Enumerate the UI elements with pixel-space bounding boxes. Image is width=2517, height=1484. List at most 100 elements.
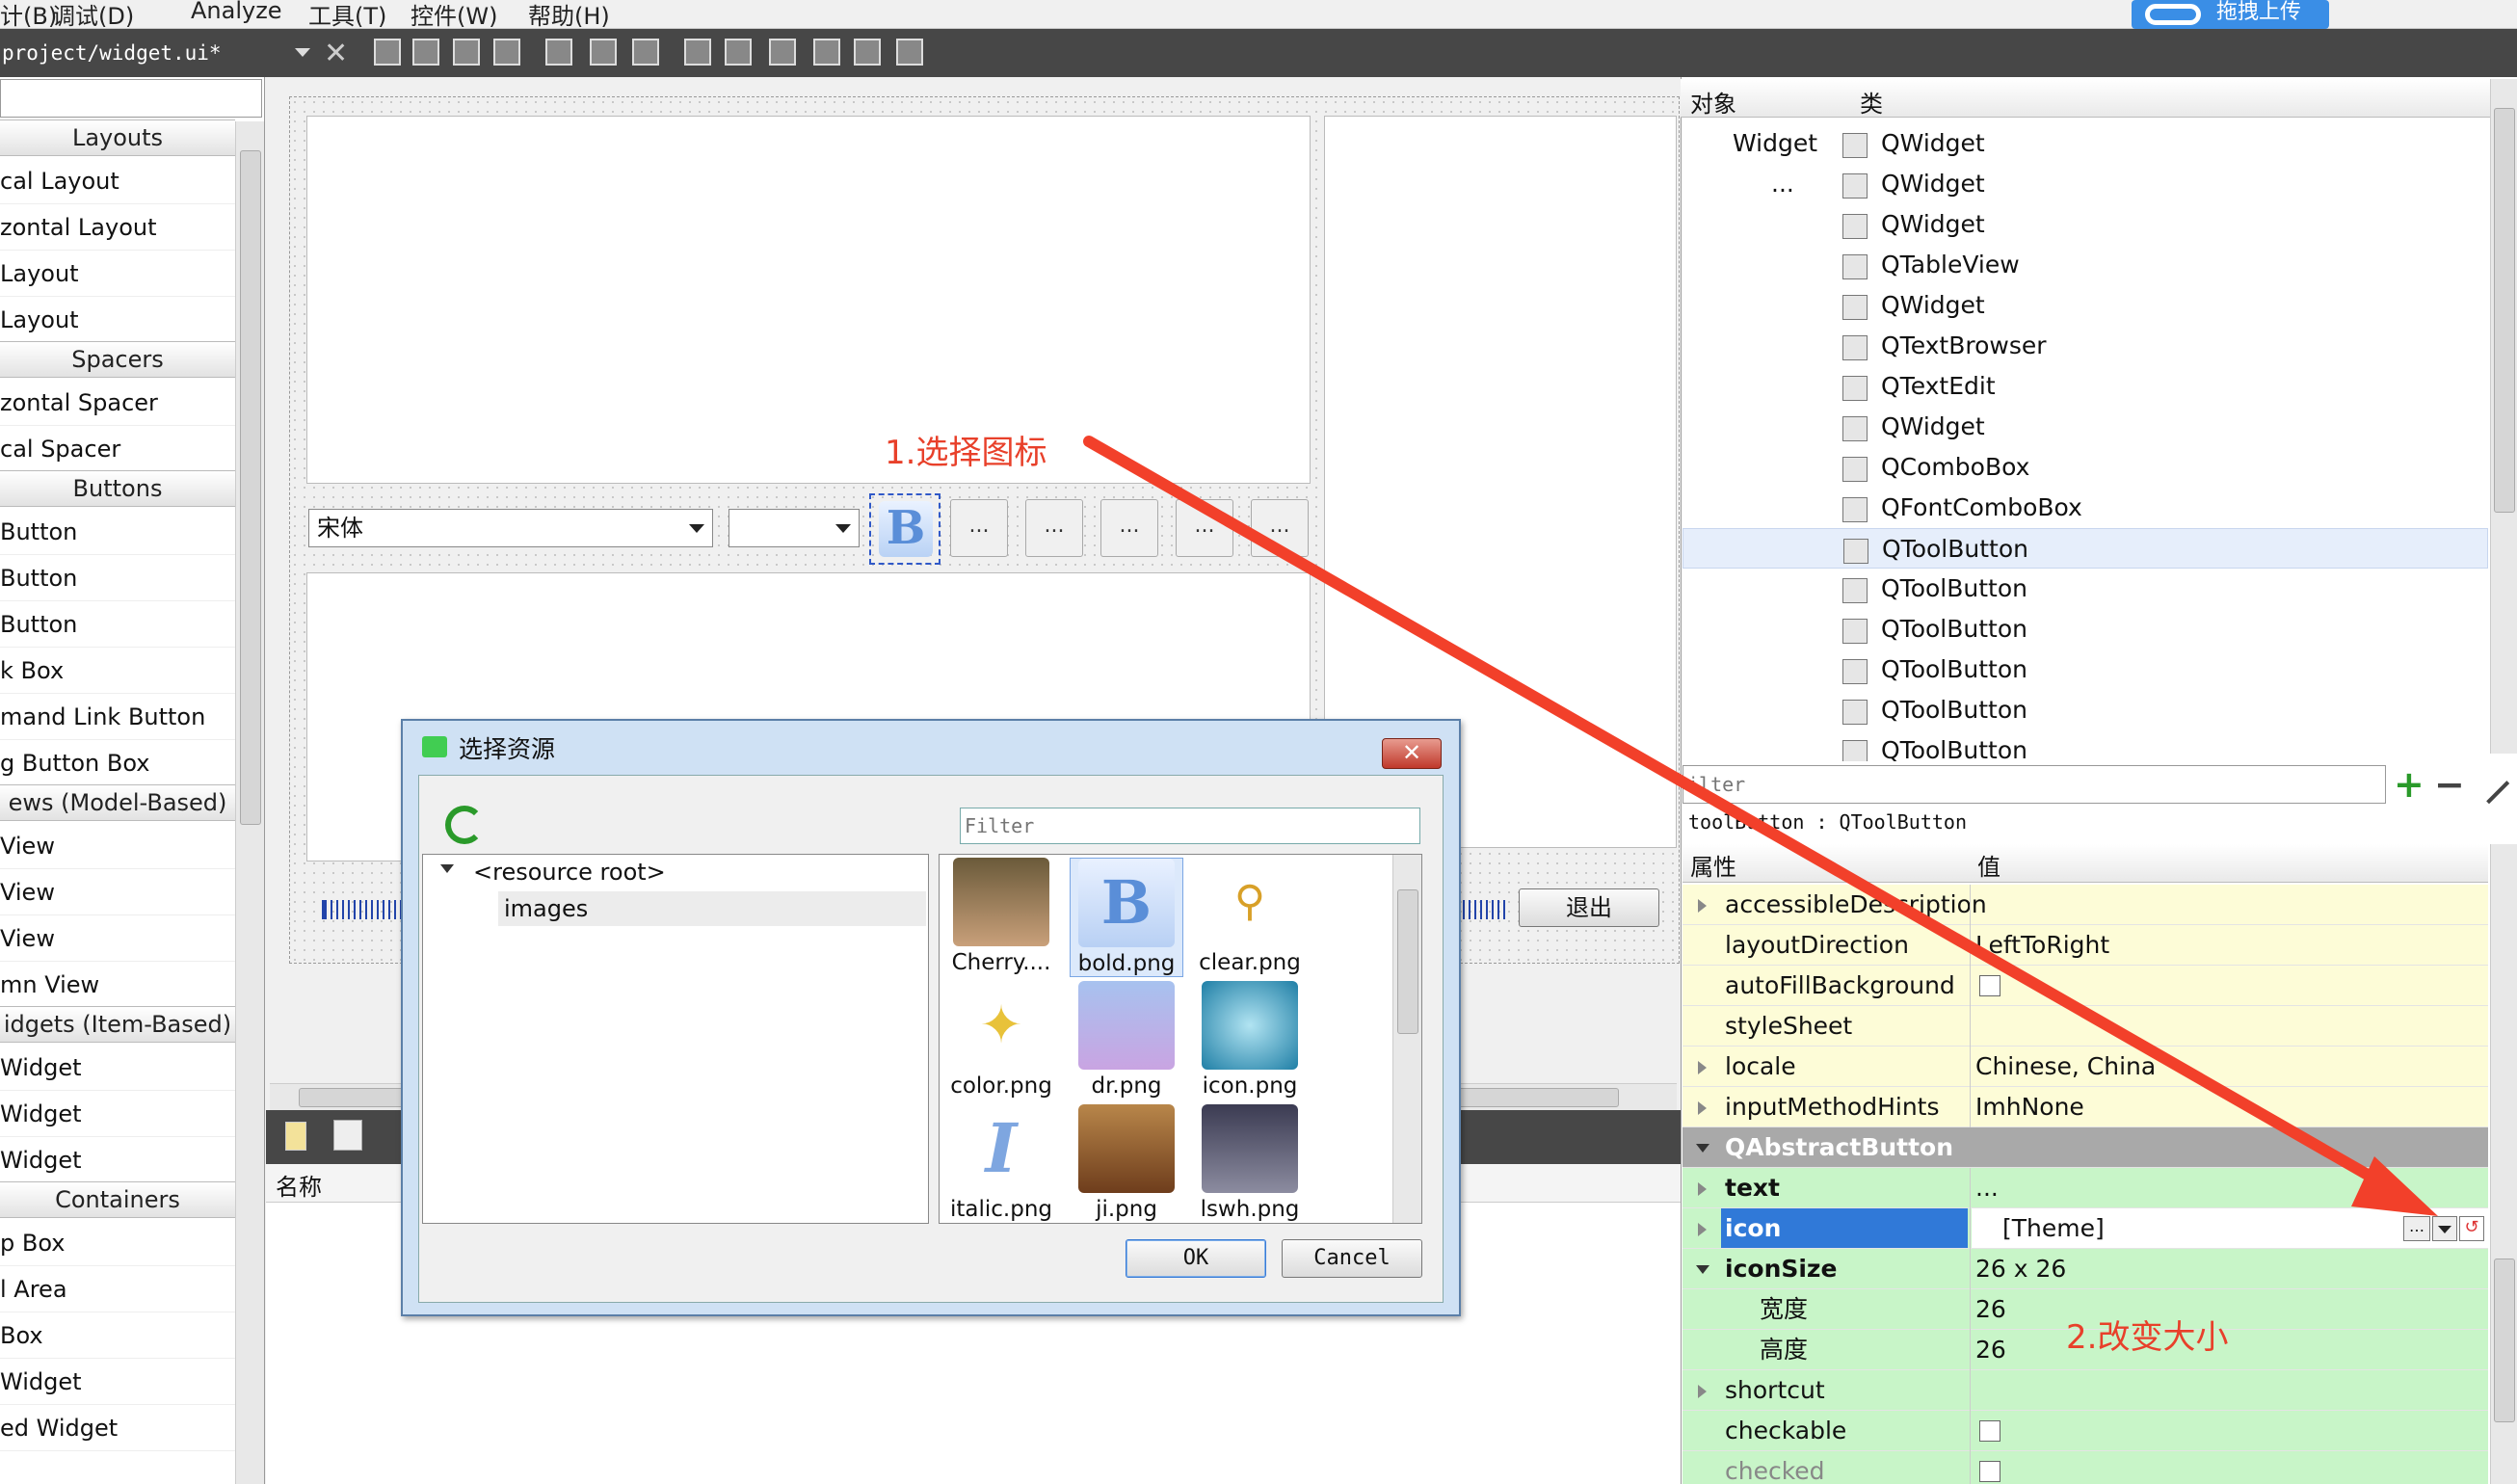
widget-item[interactable]: zontal Layout [0,204,235,251]
property-checkbox[interactable] [1979,1461,2000,1482]
widget-item[interactable]: g Button Box [0,740,235,786]
expand-icon[interactable] [440,864,454,873]
property-row[interactable]: iconSize 26 x 26 [1682,1249,2488,1289]
scrollbar-thumb[interactable] [2494,1259,2515,1422]
property-row[interactable]: text... [1682,1168,2488,1208]
resource-thumbnail[interactable]: ✦ color.png [944,981,1058,1099]
widget-item[interactable]: Layout [0,251,235,297]
collapse-icon[interactable] [1696,1144,1709,1153]
property-row[interactable]: locale Chinese, China [1682,1047,2488,1087]
widget-item[interactable]: View [0,823,235,869]
resource-tree[interactable]: <resource root> images [422,854,929,1224]
object-tree-row[interactable]: QComboBox [1682,447,2488,488]
layout-tool-icon-10[interactable] [769,39,796,66]
tool-button-5[interactable]: ... [1176,499,1233,557]
widget-item[interactable]: k Box [0,648,235,694]
property-row[interactable]: inputMethodHints ImhNone [1682,1087,2488,1127]
tool-button-2[interactable]: ... [950,499,1008,557]
widget-item[interactable]: cal Spacer [0,426,235,472]
widget-filter-input[interactable] [0,79,262,118]
object-tree-row[interactable]: QWidget [1682,407,2488,447]
menu-debug[interactable]: 调试(D) [52,0,134,31]
upload-button[interactable]: 拖拽上传 [2132,0,2329,29]
menu-help[interactable]: 帮助(H) [528,0,610,31]
object-tree-row[interactable]: QFontComboBox [1682,488,2488,528]
expand-icon[interactable] [1698,899,1707,913]
collapse-icon[interactable] [1696,1265,1709,1274]
property-row[interactable]: icon [Theme] … ↺ [1682,1208,2488,1249]
property-editor-scrollbar[interactable] [2490,844,2517,1484]
dialog-filter-input[interactable] [960,808,1420,844]
resource-thumbnail[interactable]: Cherry.... [944,858,1058,975]
expand-icon[interactable] [1698,1182,1707,1196]
property-row[interactable]: styleSheet [1682,1006,2488,1047]
widget-item[interactable]: mand Link Button [0,694,235,740]
property-filter-input[interactable] [1682,765,2386,804]
property-row[interactable]: accessibleDescription [1682,885,2488,925]
widget-item[interactable]: l Area [0,1266,235,1312]
object-tree-row[interactable]: QToolButton [1682,609,2488,649]
property-row[interactable]: layoutDirection LeftToRight [1682,925,2488,966]
layout-tool-icon-4[interactable] [493,39,520,66]
object-tree-row[interactable]: QToolButton [1682,649,2488,690]
object-inspector-scrollbar[interactable] [2490,79,2517,754]
tree-root[interactable]: <resource root> [473,855,666,889]
ok-button[interactable]: OK [1126,1239,1266,1278]
menu-build[interactable]: 计(B) [0,0,57,31]
expand-icon[interactable] [1698,1101,1707,1115]
expand-icon[interactable] [1698,1385,1707,1398]
object-tree-row[interactable]: QToolButton [1682,528,2488,569]
layout-tool-icon-5[interactable] [545,39,572,66]
layout-tool-icon-2[interactable] [412,39,439,66]
widget-item[interactable]: View [0,915,235,962]
property-checkbox[interactable] [1979,975,2000,996]
layout-tool-icon-1[interactable] [374,39,401,66]
expand-icon[interactable] [1698,1061,1707,1074]
widget-item[interactable]: Button [0,555,235,601]
layout-tool-icon-3[interactable] [453,39,480,66]
widget-box-scrollbar[interactable] [235,121,264,1484]
widget-item[interactable]: Box [0,1312,235,1359]
tool-button-3[interactable]: ... [1025,499,1083,557]
resource-thumbnail[interactable]: ⚲ clear.png [1193,858,1307,975]
cancel-button[interactable]: Cancel [1282,1239,1422,1278]
font-combo-box[interactable]: 宋体 [308,509,713,547]
object-tree-row[interactable]: QTextBrowser [1682,326,2488,366]
remove-icon[interactable]: − [2434,766,2465,803]
widget-category[interactable]: ews (Model-Based) [0,784,235,821]
widget-item[interactable]: Layout [0,297,235,343]
add-icon[interactable]: + [2394,766,2424,803]
widget-category[interactable]: Spacers [0,341,235,378]
widget-item[interactable]: Widget [0,1045,235,1091]
property-checkbox[interactable] [1979,1420,2000,1442]
layout-tool-icon-7[interactable] [632,39,659,66]
property-row[interactable]: shortcut [1682,1370,2488,1411]
object-tree-row[interactable]: QTextEdit [1682,366,2488,407]
property-row[interactable]: checkable [1682,1411,2488,1451]
layout-tool-icon-9[interactable] [725,39,752,66]
tool-button-6[interactable]: ... [1251,499,1309,557]
open-file-combo[interactable]: project/widget.ui* [0,29,318,77]
property-row[interactable]: checked [1682,1451,2488,1484]
expand-icon[interactable] [1698,1223,1707,1236]
widget-item[interactable]: ed Widget [0,1405,235,1451]
layout-tool-icon-12[interactable] [854,39,881,66]
widget-item[interactable]: View [0,869,235,915]
widget-item[interactable]: Widget [0,1359,235,1405]
menu-tools[interactable]: 工具(T) [308,0,386,31]
browse-icon-button[interactable]: … [2403,1216,2430,1241]
scrollbar-thumb[interactable] [240,150,261,825]
tool-button-4[interactable]: ... [1100,499,1158,557]
tree-item-images[interactable]: images [498,891,926,926]
property-row[interactable]: QAbstractButton [1682,1127,2488,1168]
widget-item[interactable]: Button [0,601,235,648]
close-icon[interactable]: ✕ [1382,738,1442,769]
object-tree-row[interactable]: QToolButton [1682,569,2488,609]
object-tree-row[interactable]: QWidget [1682,285,2488,326]
selected-bold-button[interactable]: B [869,493,941,565]
resource-thumbnail[interactable]: lswh.png [1193,1104,1307,1222]
widget-item[interactable]: Widget [0,1137,235,1183]
layout-tool-icon-11[interactable] [813,39,840,66]
property-row[interactable]: autoFillBackground [1682,966,2488,1006]
size-combo-box[interactable] [729,509,860,547]
